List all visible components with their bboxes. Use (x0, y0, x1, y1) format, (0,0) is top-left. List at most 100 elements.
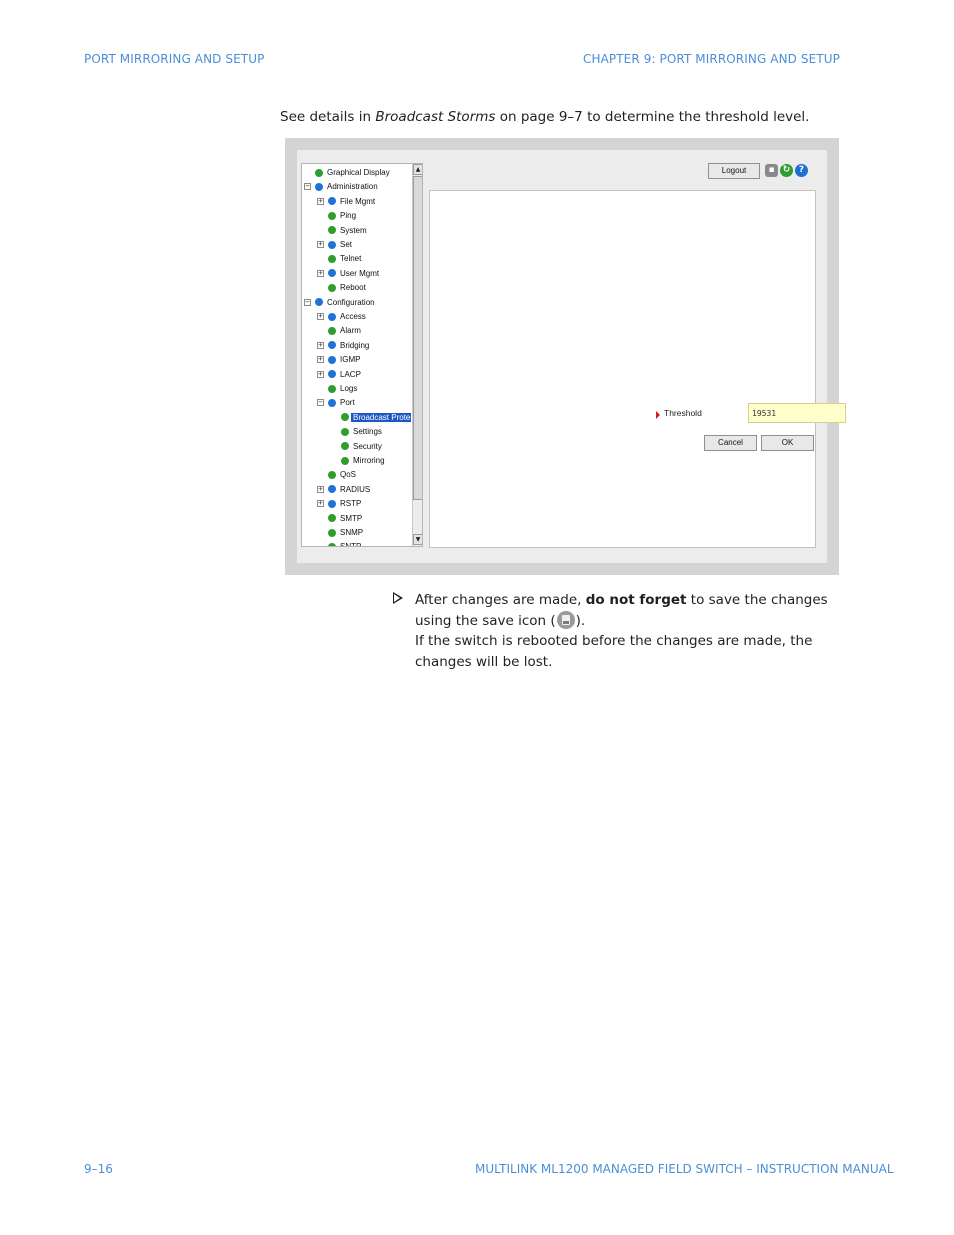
tree-item-label: Reboot (340, 283, 366, 293)
tree-item-label: Alarm (340, 326, 361, 336)
tree-item[interactable]: + File Mgmt (317, 195, 377, 208)
ok-button[interactable]: OK (761, 435, 814, 451)
help-icon[interactable]: ? (795, 164, 808, 177)
tree-item[interactable]: QoS (317, 468, 358, 481)
navigation-tree: Graphical Display − Administration + File Mg… (302, 164, 411, 546)
tree-item[interactable]: + RADIUS (317, 483, 372, 496)
folder-node-icon (328, 269, 336, 278)
tree-item[interactable]: + Access (317, 310, 368, 323)
tree-item[interactable]: + LACP (317, 368, 363, 381)
page-node-icon (328, 470, 336, 479)
running-footer: MULTILINK ML1200 MANAGED FIELD SWITCH – … (475, 1162, 894, 1176)
tree-item[interactable]: SNMP (317, 526, 365, 539)
tree-item[interactable]: Telnet (317, 252, 363, 265)
tree-item[interactable]: − Configuration (304, 296, 377, 309)
tree-item-label: SMTP (340, 513, 363, 523)
tree-item-label: LACP (340, 369, 361, 379)
tree-item[interactable]: − Port (317, 396, 357, 409)
note-text-3: ). (575, 612, 586, 629)
tree-item[interactable]: − Administration (304, 180, 380, 193)
expand-icon[interactable]: + (317, 500, 324, 508)
folder-node-icon (315, 182, 323, 191)
intro-text-before: See details in (280, 109, 376, 125)
intro-paragraph: See details in Broadcast Storms on page … (280, 109, 809, 125)
expand-icon[interactable]: + (317, 356, 324, 364)
folder-node-icon (328, 240, 336, 249)
page-node-icon (328, 254, 336, 263)
tree-item-label: System (340, 225, 367, 235)
expand-icon[interactable]: + (317, 341, 324, 349)
tree-item[interactable]: Ping (317, 209, 358, 222)
tree-item[interactable]: + User Mgmt (317, 267, 381, 280)
tree-item[interactable]: SNTP (317, 540, 363, 546)
tree-item[interactable]: System (317, 224, 369, 237)
page-node-icon (341, 413, 349, 422)
expand-icon[interactable]: + (317, 313, 324, 320)
expand-icon[interactable]: + (317, 370, 324, 378)
page-node-icon (341, 427, 349, 436)
refresh-icon[interactable]: ↻ (780, 164, 793, 177)
tree-item-label: SNMP (340, 528, 364, 537)
scroll-down-icon[interactable]: ▼ (413, 534, 422, 545)
tree-item[interactable]: Security (330, 440, 384, 453)
collapse-icon[interactable]: − (304, 298, 311, 306)
note-text-1: After changes are made, (415, 592, 586, 608)
tree-item[interactable]: + Set (317, 238, 354, 251)
folder-node-icon (328, 355, 336, 364)
tree-item[interactable]: + IGMP (317, 353, 362, 366)
folder-node-icon (328, 370, 336, 379)
tree-item[interactable]: Broadcast Protect (330, 411, 411, 424)
page-node-icon (315, 168, 323, 177)
tree-item-label: QoS (340, 470, 357, 480)
scroll-up-icon[interactable]: ▲ (413, 164, 422, 175)
tree-item-label: Port (340, 398, 355, 408)
folder-node-icon (328, 341, 336, 350)
page-node-icon (328, 326, 336, 335)
tree-item-label: Logs (340, 384, 358, 393)
page-node-icon (328, 542, 336, 546)
tree-item-label: Bridging (340, 340, 370, 350)
tree-item-label: Settings (353, 427, 382, 437)
tree-item[interactable]: SMTP (317, 512, 364, 525)
save-icon[interactable]: ▪ (765, 164, 778, 177)
field-marker-icon (656, 411, 660, 419)
tree-item-label: Graphical Display (327, 168, 390, 177)
web-ui-window: Graphical Display − Administration + File Mg… (297, 150, 846, 563)
page-node-icon (341, 442, 349, 451)
page-node-icon (341, 456, 349, 465)
folder-node-icon (328, 312, 336, 321)
tree-item-label: RADIUS (340, 484, 371, 494)
page-node-icon (328, 384, 336, 393)
tree-item-label: Security (353, 441, 382, 451)
tree-item-label: Configuration (327, 297, 375, 307)
tree-scrollbar[interactable]: ▲ ▼ (412, 164, 422, 546)
cancel-button[interactable]: Cancel (704, 435, 757, 451)
logout-button[interactable]: Logout (708, 163, 760, 179)
tree-item[interactable]: Graphical Display (304, 166, 392, 179)
tree-item-label: User Mgmt (340, 268, 380, 278)
folder-node-icon (315, 298, 323, 307)
expand-icon[interactable]: + (317, 269, 324, 277)
scrollbar-thumb[interactable] (413, 176, 422, 500)
tree-item[interactable]: Settings (330, 425, 384, 438)
tree-item[interactable]: Reboot (317, 281, 368, 294)
expand-icon[interactable]: + (317, 241, 324, 248)
running-header-left: PORT MIRRORING AND SETUP (84, 52, 265, 66)
tree-item[interactable]: Logs (317, 382, 359, 395)
expand-icon[interactable]: + (317, 485, 324, 493)
expand-icon[interactable]: + (317, 197, 324, 205)
tree-item[interactable]: Mirroring (330, 454, 387, 467)
note-paragraph: After changes are made, do not forget to… (415, 590, 839, 672)
page-node-icon (328, 528, 336, 537)
collapse-icon[interactable]: − (317, 399, 324, 407)
threshold-input[interactable] (748, 403, 846, 423)
tree-item-label: File Mgmt (340, 196, 376, 206)
collapse-icon[interactable]: − (304, 183, 311, 191)
page-node-icon (328, 514, 336, 523)
folder-node-icon (328, 398, 336, 407)
tree-item[interactable]: + RSTP (317, 497, 363, 510)
tree-item[interactable]: Alarm (317, 324, 363, 337)
tree-item-label: IGMP (340, 355, 361, 365)
tree-item[interactable]: + Bridging (317, 339, 371, 352)
folder-node-icon (328, 499, 336, 508)
